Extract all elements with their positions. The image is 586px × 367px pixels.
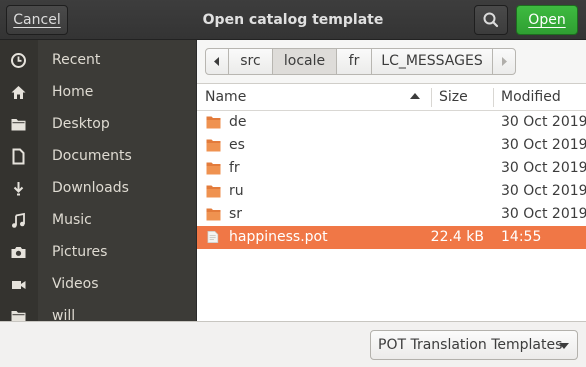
clock-icon [11,53,26,68]
music-icon [12,212,25,228]
sidebar-item-desktop[interactable]: Desktop [0,108,196,140]
home-icon [11,86,26,99]
path-segment-lc-messages[interactable]: LC_MESSAGES [371,48,493,75]
folder-icon [206,185,221,198]
sidebar-item-label: will [52,308,76,321]
list-item-selected[interactable]: happiness.pot 22.4 kB 14:55 [197,226,586,249]
list-item[interactable]: de 30 Oct 2019 [197,111,586,134]
list-item[interactable]: sr 30 Oct 2019 [197,203,586,226]
sidebar-item-label: Pictures [52,244,108,260]
file-modified: 30 Oct 2019 [501,160,586,176]
video-icon [12,281,26,289]
file-list: Name Size Modified de 30 Oct 2019 es 30 … [197,83,586,321]
search-icon [483,12,499,28]
download-icon [13,182,24,196]
file-size: 22.4 kB [430,229,484,245]
path-segment-fr[interactable]: fr [336,48,372,75]
sidebar-item-home[interactable]: Home [0,76,196,108]
column-size-header[interactable]: Size [439,84,468,110]
sort-ascending-icon [410,93,420,99]
file-name: sr [229,206,243,222]
column-modified-header[interactable]: Modified [501,84,561,110]
list-item[interactable]: fr 30 Oct 2019 [197,157,586,180]
chevron-right-icon [502,57,507,66]
dialog-title: Open catalog template [202,12,384,28]
folder-icon [206,162,221,175]
camera-icon [11,247,26,258]
folder-icon [11,119,26,131]
list-item[interactable]: ru 30 Oct 2019 [197,180,586,203]
file-type-filter-label: POT Translation Templates [378,337,563,353]
search-button[interactable] [474,5,508,35]
sidebar-item-label: Documents [52,148,132,164]
sidebar-item-videos[interactable]: Videos [0,268,196,300]
chevron-down-icon [559,343,569,349]
sidebar-item-label: Videos [52,276,99,292]
sidebar-item-music[interactable]: Music [0,204,196,236]
file-name: fr [229,160,240,176]
file-type-filter-dropdown[interactable]: POT Translation Templates [370,330,578,360]
sidebar-item-will[interactable]: will [0,300,196,321]
path-scroll-left-button[interactable] [205,48,229,75]
sidebar-item-downloads[interactable]: Downloads [0,172,196,204]
chevron-left-icon [214,57,219,66]
places-sidebar: Recent Home Desktop Documents Downloads [0,40,196,321]
sidebar-item-label: Desktop [52,116,110,132]
sidebar-item-label: Recent [52,52,101,68]
column-name-header[interactable]: Name [205,84,246,110]
cancel-button[interactable]: Cancel [6,5,68,35]
sidebar-item-pictures[interactable]: Pictures [0,236,196,268]
path-segment-src[interactable]: src [228,48,273,75]
column-divider [431,88,432,107]
file-modified: 30 Oct 2019 [501,183,586,199]
file-name: happiness.pot [229,229,328,245]
file-modified: 14:55 [501,229,542,245]
path-scroll-right-button[interactable] [492,48,516,75]
folder-icon [206,208,221,221]
sidebar-item-label: Home [52,84,94,100]
sidebar-item-label: Music [52,212,92,228]
file-modified: 30 Oct 2019 [501,206,586,222]
folder-icon [206,116,221,129]
folder-icon [11,311,26,321]
file-modified: 30 Oct 2019 [501,137,586,153]
sidebar-item-recent[interactable]: Recent [0,44,196,76]
open-button[interactable]: Open [516,5,578,35]
list-item[interactable]: es 30 Oct 2019 [197,134,586,157]
file-browser: src locale fr LC_MESSAGES Name Size Modi… [196,40,586,321]
sidebar-item-documents[interactable]: Documents [0,140,196,172]
folder-icon [206,139,221,152]
file-name: de [229,114,247,130]
sidebar-item-label: Downloads [52,180,129,196]
column-header: Name Size Modified [197,84,586,111]
text-file-icon [207,231,219,243]
column-divider [493,88,494,107]
dialog-footer: POT Translation Templates [0,321,586,367]
file-name: ru [229,183,244,199]
header-bar: Cancel Open catalog template Open [0,0,586,40]
document-icon [12,148,25,165]
path-segment-locale[interactable]: locale [272,48,337,75]
file-modified: 30 Oct 2019 [501,114,586,130]
file-name: es [229,137,245,153]
